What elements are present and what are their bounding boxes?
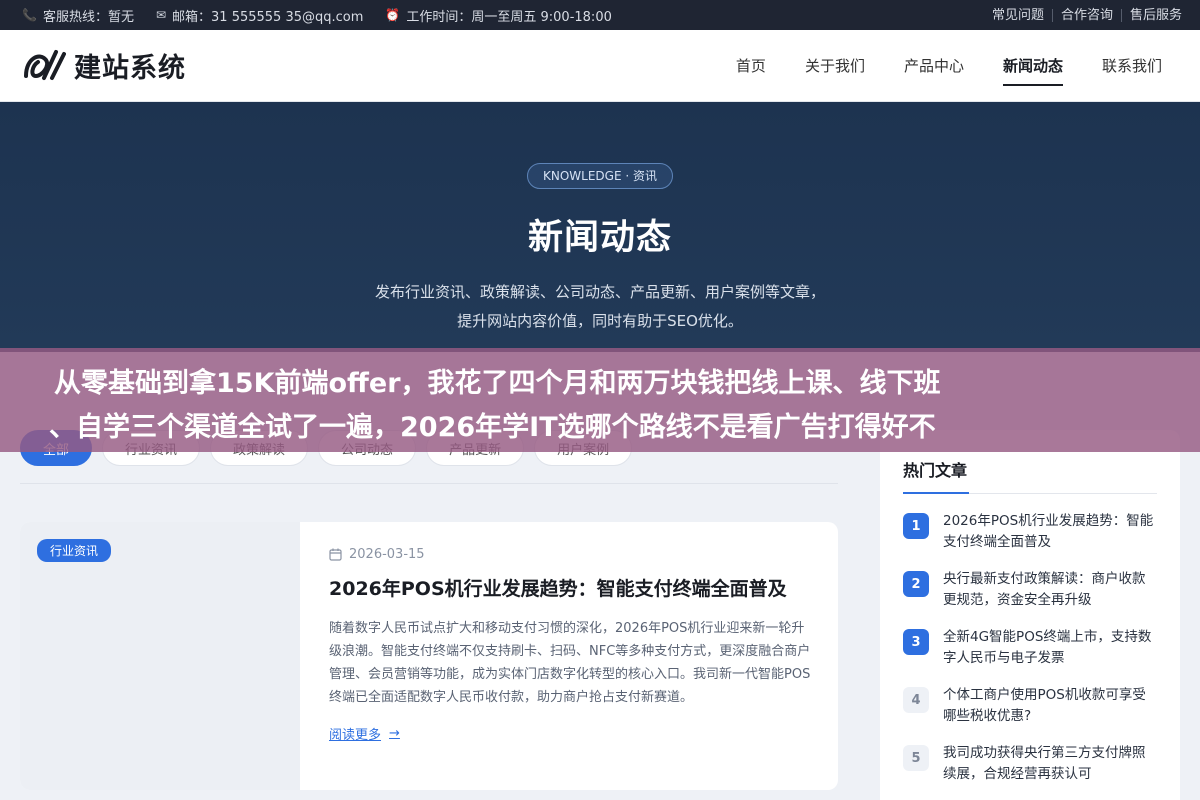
main-nav: 首页 关于我们 产品中心 新闻动态 联系我们 xyxy=(736,30,1162,102)
read-more-label: 阅读更多 xyxy=(329,728,382,743)
mail-icon: ✉ xyxy=(155,8,167,22)
rank-badge: 1 xyxy=(903,513,929,539)
hot-article-title[interactable]: 全新4G智能POS终端上市，支持数字人民币与电子发票 xyxy=(943,627,1157,669)
logo-text: 建站系统 xyxy=(74,53,186,84)
rank-badge: 5 xyxy=(903,745,929,771)
article-title[interactable]: 2026年POS机行业发展趋势：智能支付终端全面普及 xyxy=(329,574,816,601)
hot-article-title[interactable]: 2026年POS机行业发展趋势：智能支付终端全面普及 xyxy=(943,511,1157,553)
hours-text: 工作时间：周一至周五 9:00-18:00 xyxy=(406,9,612,25)
article-category-badge: 行业资讯 xyxy=(37,539,112,562)
clock-icon: ⏰ xyxy=(385,8,401,22)
hot-article-title[interactable]: 我司成功获得央行第三方支付牌照续展，合规经营再获认可 xyxy=(943,743,1157,785)
rank-badge: 2 xyxy=(903,571,929,597)
article-date: 2026-03-15 xyxy=(329,547,816,562)
nav-news[interactable]: 新闻动态 xyxy=(1002,30,1063,102)
hotline-info: 📞 客服热线：暂无 xyxy=(22,6,134,25)
list-item[interactable]: 2 央行最新支付政策解读：商户收款更规范，资金安全再升级 xyxy=(903,569,1157,611)
email-info: ✉ 邮箱：31 555555 35@qq.com xyxy=(156,6,363,25)
phone-icon: 📞 xyxy=(22,8,37,22)
overlay-line2: 、自学三个渠道全试了一遍，2026年学IT选哪个路线不是看广告打得好不 xyxy=(49,412,936,443)
site-header: 建站系统 首页 关于我们 产品中心 新闻动态 联系我们 xyxy=(0,30,1200,102)
hero-badge: KNOWLEDGE · 资讯 xyxy=(527,163,673,189)
article-card[interactable]: 行业资讯 2026-03-15 2026年POS机行业发展趋势：智能支付终端全面… xyxy=(20,522,838,790)
faq-link[interactable]: 常见问题 xyxy=(984,9,1052,22)
hours-info: ⏰ 工作时间：周一至周五 9:00-18:00 xyxy=(385,6,611,25)
nav-home[interactable]: 首页 xyxy=(736,30,766,102)
rank-badge: 3 xyxy=(903,629,929,655)
hero-description: 发布行业资讯、政策解读、公司动态、产品更新、用户案例等文章， 提升网站内容价值，… xyxy=(0,278,1200,336)
tabs-divider xyxy=(20,483,838,484)
hot-articles-sidebar: 热门文章 1 2026年POS机行业发展趋势：智能支付终端全面普及 2 央行最新… xyxy=(880,430,1180,800)
logo-mark-icon xyxy=(24,49,66,80)
overlay-headline-banner[interactable]: 从零基础到拿15K前端offer，我花了四个月和两万块钱把线上课、线下班 、自学… xyxy=(0,348,1200,452)
after-sales-link[interactable]: 售后服务 xyxy=(1120,8,1190,22)
hero-desc-line2: 提升网站内容价值，同时有助于SEO优化。 xyxy=(457,312,743,330)
article-date-text: 2026-03-15 xyxy=(349,547,425,562)
list-item[interactable]: 3 全新4G智能POS终端上市，支持数字人民币与电子发票 xyxy=(903,627,1157,669)
hero-desc-line1: 发布行业资讯、政策解读、公司动态、产品更新、用户案例等文章， xyxy=(374,283,825,301)
nav-products[interactable]: 产品中心 xyxy=(904,30,964,102)
cooperation-link[interactable]: 合作咨询 xyxy=(1051,8,1121,22)
hot-article-title[interactable]: 个体工商户使用POS机收款可享受哪些税收优惠? xyxy=(943,685,1157,727)
calendar-icon xyxy=(329,548,342,561)
page-title: 新闻动态 xyxy=(527,218,672,258)
list-item[interactable]: 4 个体工商户使用POS机收款可享受哪些税收优惠? xyxy=(903,685,1157,727)
hot-article-title[interactable]: 央行最新支付政策解读：商户收款更规范，资金安全再升级 xyxy=(943,569,1157,611)
rank-badge: 4 xyxy=(903,687,929,713)
hotline-text: 客服热线：暂无 xyxy=(42,9,134,25)
list-item[interactable]: 5 我司成功获得央行第三方支付牌照续展，合规经营再获认可 xyxy=(903,743,1157,785)
site-logo[interactable]: 建站系统 xyxy=(22,46,186,86)
top-info-bar: 📞 客服热线：暂无 ✉ 邮箱：31 555555 35@qq.com ⏰ 工作时… xyxy=(0,0,1200,30)
sidebar-title: 热门文章 xyxy=(903,457,1157,494)
hero-banner: KNOWLEDGE · 资讯 新闻动态 发布行业资讯、政策解读、公司动态、产品更… xyxy=(0,102,1200,352)
overlay-line1: 从零基础到拿15K前端offer，我花了四个月和两万块钱把线上课、线下班 xyxy=(54,368,941,399)
list-item[interactable]: 1 2026年POS机行业发展趋势：智能支付终端全面普及 xyxy=(903,511,1157,553)
nav-contact[interactable]: 联系我们 xyxy=(1102,30,1162,102)
nav-about[interactable]: 关于我们 xyxy=(805,30,865,102)
email-text: 邮箱：31 555555 35@qq.com xyxy=(172,9,364,25)
article-excerpt: 随着数字人民币试点扩大和移动支付习惯的深化，2026年POS机行业迎来新一轮升级… xyxy=(329,621,811,705)
article-body: 2026-03-15 2026年POS机行业发展趋势：智能支付终端全面普及 随着… xyxy=(300,522,838,790)
hot-articles-list: 1 2026年POS机行业发展趋势：智能支付终端全面普及 2 央行最新支付政策解… xyxy=(903,511,1157,785)
arrow-right-icon: → xyxy=(389,726,400,741)
read-more-link[interactable]: 阅读更多 → xyxy=(329,724,400,743)
top-links: 常见问题 合作咨询 售后服务 xyxy=(984,8,1190,22)
article-thumbnail[interactable]: 行业资讯 xyxy=(20,522,300,790)
